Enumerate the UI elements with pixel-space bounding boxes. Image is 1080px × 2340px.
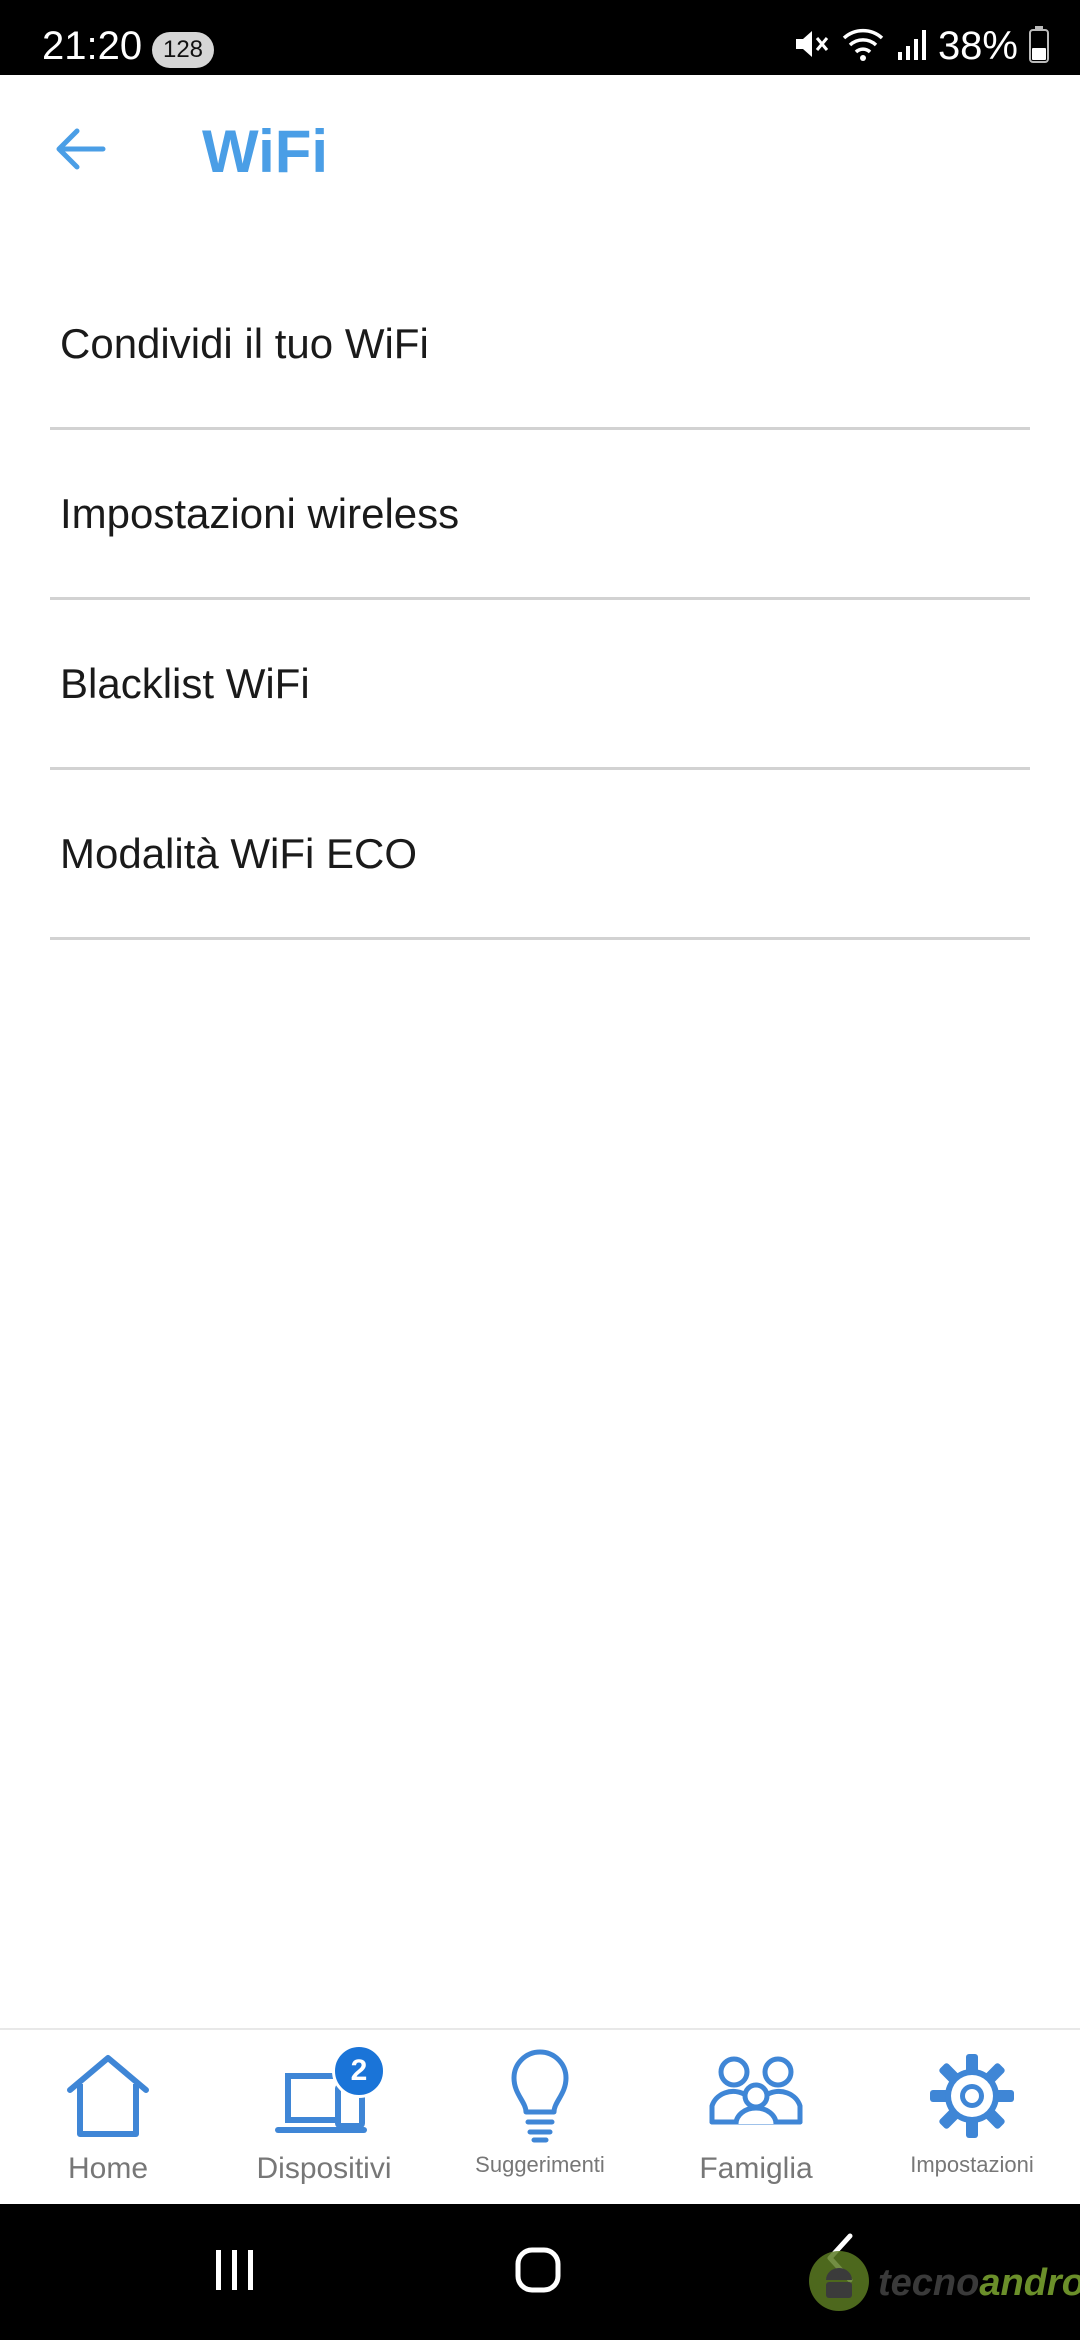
menu-item-label: Blacklist WiFi (60, 659, 310, 707)
battery-percent: 38% (937, 24, 1018, 68)
home-circle-icon (512, 2247, 564, 2300)
nav-label: Impostazioni (910, 2152, 1034, 2177)
nav-label: Home (67, 2152, 149, 2185)
gear-icon (922, 2046, 1022, 2146)
menu-item-label: Impostazioni wireless (60, 489, 460, 537)
system-nav-bar: tecnoandroid (0, 2204, 1080, 2340)
watermark-text-b: android (979, 2261, 1080, 2304)
watermark: tecnoandroid (808, 2248, 1080, 2318)
family-icon (706, 2046, 806, 2146)
nav-label: Suggerimenti (475, 2152, 605, 2177)
menu-item-label: Condividi il tuo WiFi (60, 319, 429, 367)
bottom-nav: Home 2 Dispositivi Suggerimenti Famiglia… (0, 2028, 1080, 2206)
mute-icon (790, 24, 830, 69)
status-bar: 21:20 128 38% (0, 0, 1080, 75)
watermark-text-a: tecno (878, 2261, 980, 2304)
nav-label: Dispositivi (256, 2152, 392, 2185)
status-icons: 38% (790, 22, 1050, 70)
battery-icon (1028, 24, 1050, 69)
arrow-left-icon (51, 124, 107, 179)
nav-item-family[interactable]: Famiglia (648, 2030, 864, 2206)
nav-label: Famiglia (699, 2152, 813, 2185)
app-header: WiFi (0, 75, 1080, 235)
nav-item-suggestions[interactable]: Suggerimenti (432, 2030, 648, 2206)
signal-icon (896, 24, 928, 69)
page-title: WiFi (202, 118, 329, 185)
menu-item-wifi-blacklist[interactable]: Blacklist WiFi (50, 600, 1030, 770)
menu-item-label: Modalità WiFi ECO (60, 829, 418, 877)
status-time: 21:20 (42, 24, 143, 68)
back-button[interactable] (44, 121, 114, 181)
home-system-button[interactable] (512, 2244, 564, 2301)
lightbulb-icon (490, 2046, 590, 2146)
notification-count-badge: 128 (152, 32, 214, 68)
wifi-menu-list: Condividi il tuo WiFi Impostazioni wirel… (50, 260, 1030, 940)
home-icon (58, 2046, 158, 2146)
menu-item-wifi-eco-mode[interactable]: Modalità WiFi ECO (50, 770, 1030, 940)
nav-item-settings[interactable]: Impostazioni (864, 2030, 1080, 2206)
recents-button[interactable] (210, 2244, 260, 2301)
menu-item-wireless-settings[interactable]: Impostazioni wireless (50, 430, 1030, 600)
watermark-text: tecnoandroid (878, 2262, 1080, 2305)
nav-item-devices[interactable]: 2 Dispositivi (216, 2030, 432, 2206)
wifi-icon (840, 24, 886, 69)
nav-item-home[interactable]: Home (0, 2030, 216, 2206)
devices-badge: 2 (332, 2044, 386, 2098)
menu-item-share-wifi[interactable]: Condividi il tuo WiFi (50, 260, 1030, 430)
recents-icon (210, 2250, 260, 2300)
android-logo-icon (808, 2250, 870, 2317)
devices-icon: 2 (274, 2044, 386, 2146)
